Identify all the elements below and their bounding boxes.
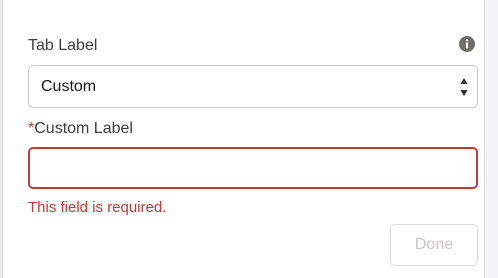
info-icon-glyph <box>465 39 469 49</box>
background-strip <box>485 0 498 278</box>
info-icon[interactable] <box>459 36 475 52</box>
tab-label-popover: Tab Label Custom *Custom Label This fiel… <box>2 0 485 278</box>
done-button[interactable]: Done <box>390 224 478 266</box>
custom-label-text: Custom Label <box>34 120 133 137</box>
tab-label-selected-value: Custom <box>41 78 97 95</box>
custom-label-input[interactable] <box>28 147 478 189</box>
select-arrows-icon <box>460 78 468 96</box>
custom-label-label: *Custom Label <box>28 120 133 138</box>
tab-label-select[interactable]: Custom <box>28 65 478 108</box>
custom-label-error: This field is required. <box>28 199 167 216</box>
tab-label-label: Tab Label <box>28 37 98 54</box>
